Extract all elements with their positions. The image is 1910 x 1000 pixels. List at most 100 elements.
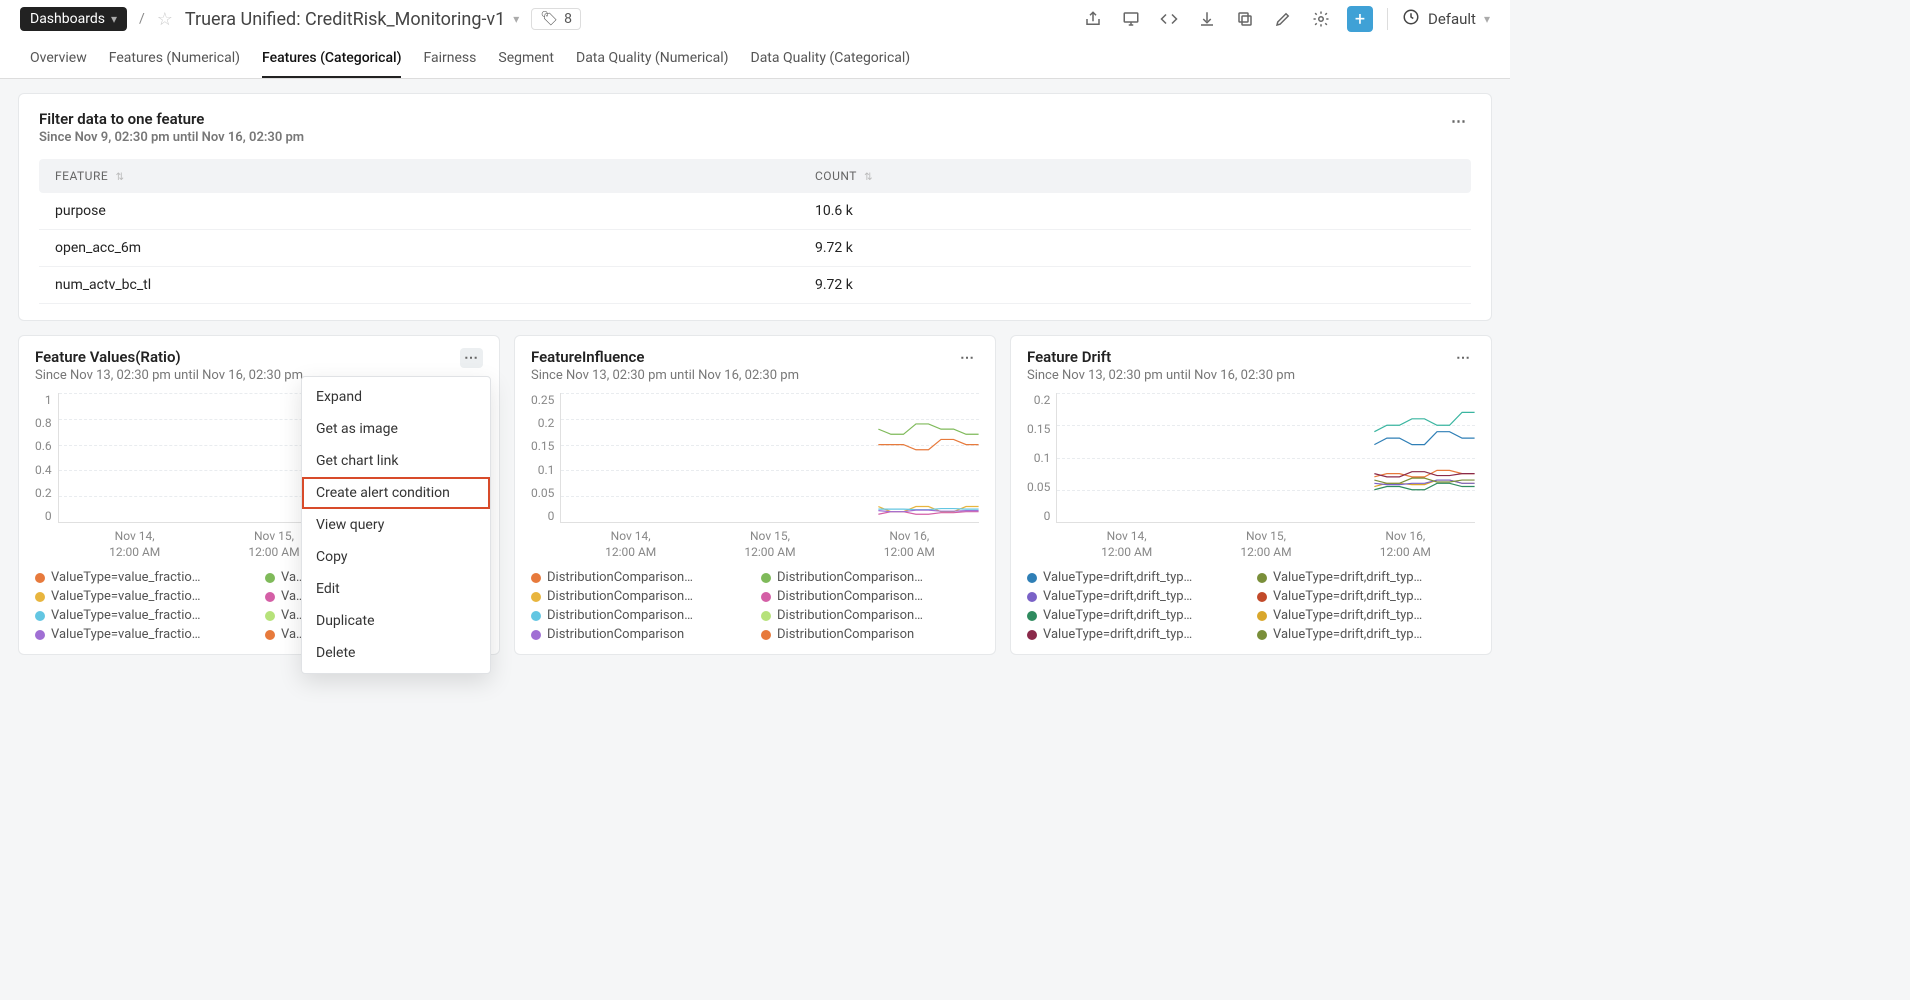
more-icon[interactable]: ⋯ <box>956 348 979 368</box>
table-row[interactable]: num_actv_bc_tl 9.72 k <box>39 267 1471 304</box>
x-axis: Nov 14,12:00 AMNov 15,12:00 AMNov 16,12:… <box>561 529 979 560</box>
tick-label: Nov 14,12:00 AM <box>605 529 656 560</box>
edit-icon[interactable] <box>1271 7 1295 31</box>
legend-item[interactable]: DistributionComparison… <box>761 589 979 604</box>
more-icon[interactable]: ⋯ <box>460 348 483 368</box>
star-icon[interactable]: ☆ <box>157 9 173 30</box>
chart-title: FeatureInfluence <box>531 348 799 366</box>
monitor-icon[interactable] <box>1119 7 1143 31</box>
legend-label: ValueType=drift,drift_typ… <box>1043 589 1192 604</box>
tab-segment[interactable]: Segment <box>498 38 554 78</box>
tab-data-quality-numerical-[interactable]: Data Quality (Numerical) <box>576 38 729 78</box>
legend-item[interactable]: ValueType=drift,drift_typ… <box>1257 570 1475 585</box>
legend-swatch <box>531 630 541 640</box>
menu-item-edit[interactable]: Edit <box>302 573 490 605</box>
legend-swatch <box>1027 592 1037 602</box>
menu-item-duplicate[interactable]: Duplicate <box>302 605 490 637</box>
tab-features-numerical-[interactable]: Features (Numerical) <box>109 38 240 78</box>
y-axis: 0.20.150.10.050 <box>1027 393 1050 523</box>
legend-item[interactable]: DistributionComparison… <box>531 589 749 604</box>
tick-label: 0.2 <box>35 486 52 500</box>
share-icon[interactable] <box>1081 7 1105 31</box>
tag-chip[interactable]: 🏷 8 <box>531 8 581 30</box>
legend-swatch <box>1257 630 1267 640</box>
code-icon[interactable] <box>1157 7 1181 31</box>
tab-features-categorical-[interactable]: Features (Categorical) <box>262 38 401 78</box>
more-icon[interactable]: ⋯ <box>1452 348 1475 368</box>
tick-label: 1 <box>45 393 52 407</box>
legend-item[interactable]: ValueType=value_fractio… <box>35 570 253 585</box>
tick-label: 0.4 <box>35 463 52 477</box>
legend-item[interactable]: ValueType=drift,drift_typ… <box>1257 589 1475 604</box>
legend-item[interactable]: ValueType=drift,drift_typ… <box>1027 627 1245 642</box>
legend-item[interactable]: ValueType=drift,drift_typ… <box>1257 627 1475 642</box>
dashboard-title-area[interactable]: Truera Unified: CreditRisk_Monitoring-v1… <box>185 9 519 30</box>
legend-swatch <box>265 592 275 602</box>
legend-item[interactable]: ValueType=drift,drift_typ… <box>1027 570 1245 585</box>
legend-label: ValueType=value_fractio… <box>51 589 201 604</box>
legend-item[interactable]: DistributionComparison… <box>761 570 979 585</box>
tick-label: 0 <box>1044 509 1051 523</box>
tick-label: Nov 14,12:00 AM <box>1101 529 1152 560</box>
dashboards-chip[interactable]: Dashboards ▾ <box>20 7 127 31</box>
copy-icon[interactable] <box>1233 7 1257 31</box>
legend-swatch <box>761 611 771 621</box>
col-count-header[interactable]: COUNT ⇅ <box>815 169 1455 183</box>
legend-item[interactable]: ValueType=drift,drift_typ… <box>1027 608 1245 623</box>
legend-label: DistributionComparison <box>547 627 684 642</box>
filter-panel-subtitle: Since Nov 9, 02:30 pm until Nov 16, 02:3… <box>39 130 304 145</box>
legend-item[interactable]: ValueType=value_fractio… <box>35 589 253 604</box>
add-button[interactable]: + <box>1347 6 1373 32</box>
legend-item[interactable]: DistributionComparison <box>761 627 979 642</box>
tab-fairness[interactable]: Fairness <box>423 38 476 78</box>
table-row[interactable]: purpose 10.6 k <box>39 193 1471 230</box>
legend-item[interactable]: ValueType=value_fractio… <box>35 608 253 623</box>
menu-item-create-alert-condition[interactable]: Create alert condition <box>302 477 490 509</box>
menu-item-copy[interactable]: Copy <box>302 541 490 573</box>
col-feature-header[interactable]: FEATURE ⇅ <box>55 169 815 183</box>
legend-item[interactable]: ValueType=drift,drift_typ… <box>1027 589 1245 604</box>
sort-icon: ⇅ <box>116 172 125 183</box>
chart-title: Feature Drift <box>1027 348 1295 366</box>
menu-item-get-chart-link[interactable]: Get chart link <box>302 445 490 477</box>
tick-label: 0.2 <box>1034 393 1051 407</box>
x-axis: Nov 14,12:00 AMNov 15,12:00 AMNov 16,12:… <box>1057 529 1475 560</box>
download-icon[interactable] <box>1195 7 1219 31</box>
legend-label: DistributionComparison… <box>547 608 693 623</box>
legend-swatch <box>531 592 541 602</box>
y-axis: 10.80.60.40.20 <box>35 393 52 523</box>
gear-icon[interactable] <box>1309 7 1333 31</box>
legend-label: DistributionComparison… <box>547 570 693 585</box>
tab-data-quality-categorical-[interactable]: Data Quality (Categorical) <box>751 38 911 78</box>
tick-label: 0.05 <box>1027 480 1050 494</box>
chevron-down-icon: ▾ <box>513 12 519 26</box>
legend-label: ValueType=drift,drift_typ… <box>1273 570 1422 585</box>
legend-swatch <box>1257 611 1267 621</box>
tick-label: 0.8 <box>35 416 52 430</box>
tick-label: 0.15 <box>1027 422 1050 436</box>
legend-item[interactable]: DistributionComparison… <box>531 570 749 585</box>
more-icon[interactable]: ⋯ <box>1447 110 1471 132</box>
legend-item[interactable]: DistributionComparison… <box>761 608 979 623</box>
legend-item[interactable]: DistributionComparison… <box>531 608 749 623</box>
legend-item[interactable]: ValueType=drift,drift_typ… <box>1257 608 1475 623</box>
menu-item-expand[interactable]: Expand <box>302 381 490 413</box>
legend-item[interactable]: ValueType=value_fractio… <box>35 627 253 642</box>
tick-label: 0.15 <box>531 439 554 453</box>
legend-swatch <box>761 573 771 583</box>
menu-item-delete[interactable]: Delete <box>302 637 490 669</box>
menu-item-get-as-image[interactable]: Get as image <box>302 413 490 445</box>
legend-label: ValueType=drift,drift_typ… <box>1043 570 1192 585</box>
tick-label: Nov 15,12:00 AM <box>248 529 299 560</box>
legend-label: ValueType=drift,drift_typ… <box>1273 589 1422 604</box>
menu-item-view-query[interactable]: View query <box>302 509 490 541</box>
chevron-down-icon: ▾ <box>1484 12 1490 26</box>
chart-feature-influence: FeatureInfluence Since Nov 13, 02:30 pm … <box>514 335 996 655</box>
legend-label: ValueType=drift,drift_typ… <box>1043 627 1192 642</box>
legend-label: ValueType=drift,drift_typ… <box>1043 608 1192 623</box>
time-picker[interactable]: Default ▾ <box>1402 8 1490 30</box>
table-row[interactable]: open_acc_6m 9.72 k <box>39 230 1471 267</box>
legend-item[interactable]: DistributionComparison <box>531 627 749 642</box>
tab-overview[interactable]: Overview <box>30 38 87 78</box>
tag-icon: 🏷 <box>540 11 558 27</box>
